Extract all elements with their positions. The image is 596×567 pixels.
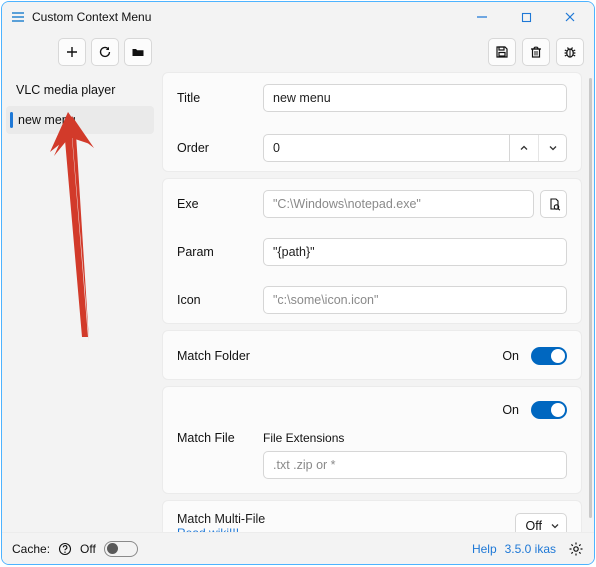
card-match-file: On Match File File Extensions .txt .zip …: [162, 386, 582, 494]
icon-label: Icon: [177, 293, 263, 307]
sidebar-toolbar: [2, 32, 158, 72]
delete-button[interactable]: [522, 38, 550, 66]
menu-item-label: VLC media player: [16, 83, 115, 97]
cache-label: Cache:: [12, 542, 50, 556]
exe-label: Exe: [177, 197, 263, 211]
match-multi-label: Match Multi-File: [177, 512, 515, 526]
debug-button[interactable]: [556, 38, 584, 66]
add-button[interactable]: [58, 38, 86, 66]
status-bar: Cache: Off Help 3.5.0 ikas: [2, 532, 594, 564]
param-input[interactable]: "{path}": [263, 238, 567, 266]
titlebar: Custom Context Menu: [2, 2, 594, 32]
chevron-down-icon: [550, 521, 560, 531]
order-stepper[interactable]: [510, 134, 567, 162]
read-wiki-link[interactable]: Read wiki!!!: [177, 526, 515, 532]
menu-item-label: new menu: [18, 113, 76, 127]
menu-list: VLC media player new menu: [2, 72, 158, 136]
order-input[interactable]: 0: [263, 134, 510, 162]
match-folder-state: On: [502, 349, 519, 363]
exe-input[interactable]: "C:\Windows\notepad.exe": [263, 190, 534, 218]
match-file-label: Match File: [177, 431, 263, 445]
order-label: Order: [177, 141, 263, 155]
settings-button[interactable]: [568, 541, 584, 557]
title-label: Title: [177, 91, 263, 105]
match-folder-toggle[interactable]: [531, 347, 567, 365]
file-ext-label: File Extensions: [263, 431, 567, 445]
cache-toggle[interactable]: [104, 541, 138, 557]
help-link[interactable]: Help: [472, 542, 497, 556]
match-file-state: On: [502, 403, 519, 417]
scrollbar[interactable]: [589, 78, 592, 518]
app-icon: [10, 9, 26, 25]
icon-input[interactable]: "c:\some\icon.icon": [263, 286, 567, 314]
card-match-folder: Match Folder On: [162, 330, 582, 380]
folder-button[interactable]: [124, 38, 152, 66]
save-button[interactable]: [488, 38, 516, 66]
window-maximize-button[interactable]: [504, 3, 548, 31]
menu-item[interactable]: new menu: [6, 106, 154, 134]
right-toolbar: [158, 32, 594, 72]
content-area: Title new menu Order 0: [158, 72, 594, 532]
sidebar: VLC media player new menu: [2, 32, 158, 532]
match-file-toggle[interactable]: [531, 401, 567, 419]
card-command: Exe "C:\Windows\notepad.exe" Param "{pat…: [162, 178, 582, 324]
chevron-up-icon[interactable]: [510, 135, 538, 161]
version-label: 3.5.0 ikas: [505, 542, 556, 556]
help-icon[interactable]: [58, 542, 72, 556]
menu-item[interactable]: VLC media player: [2, 76, 158, 104]
param-label: Param: [177, 245, 263, 259]
refresh-button[interactable]: [91, 38, 119, 66]
chevron-down-icon[interactable]: [538, 135, 566, 161]
title-input[interactable]: new menu: [263, 84, 567, 112]
file-ext-input[interactable]: .txt .zip or *: [263, 451, 567, 479]
card-match-multi: Match Multi-File Read wiki!!! Off: [162, 500, 582, 532]
match-multi-state: Off: [526, 519, 542, 532]
match-folder-label: Match Folder: [177, 349, 502, 363]
window-close-button[interactable]: [548, 3, 592, 31]
cache-state: Off: [80, 542, 96, 556]
card-basic: Title new menu Order 0: [162, 72, 582, 172]
window-title: Custom Context Menu: [32, 10, 151, 24]
match-multi-select[interactable]: Off: [515, 513, 567, 532]
window-minimize-button[interactable]: [460, 3, 504, 31]
browse-exe-button[interactable]: [540, 190, 567, 218]
